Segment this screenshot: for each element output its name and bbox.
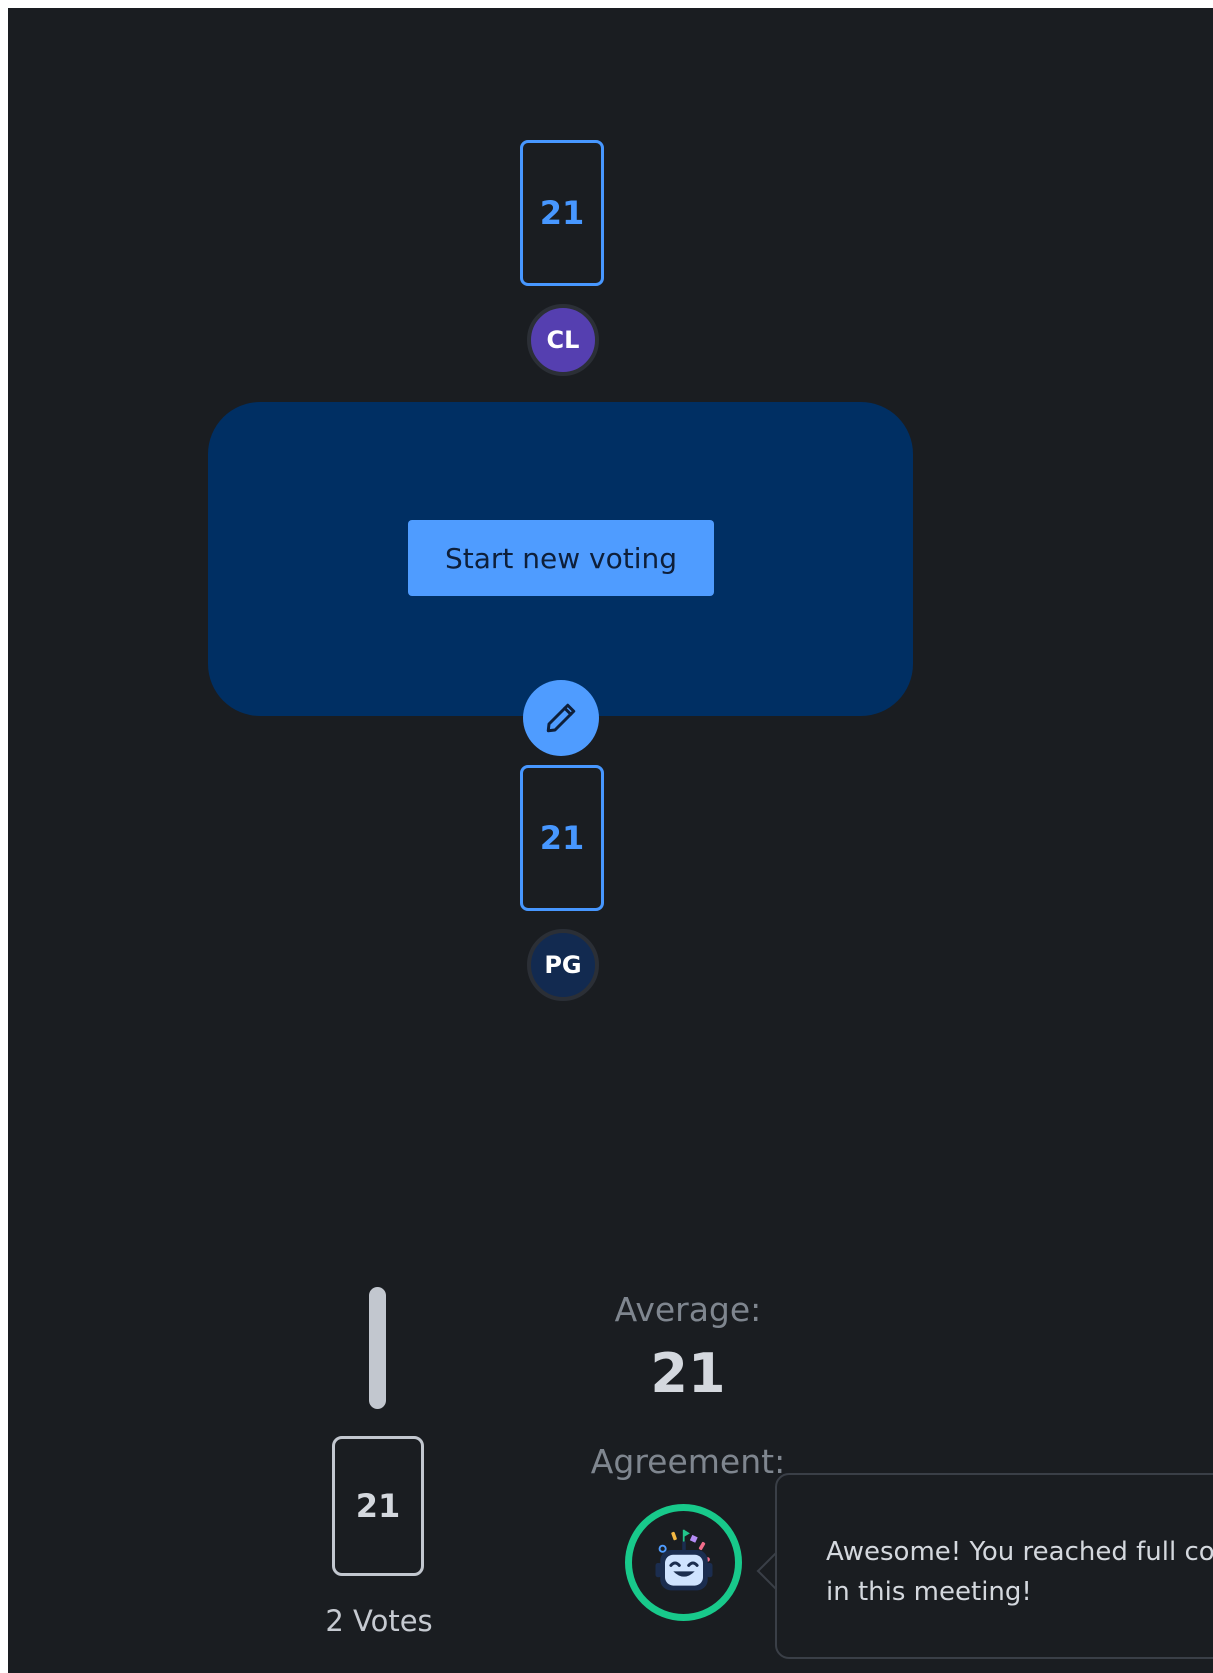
average-label: Average: <box>614 1290 762 1329</box>
avatar-pg[interactable]: PG <box>527 929 599 1001</box>
party-robot-icon <box>655 1529 712 1590</box>
avatar-cl[interactable]: CL <box>527 304 599 376</box>
player-card-cl: 21 <box>520 140 604 286</box>
agreement-indicator <box>625 1504 742 1621</box>
vote-count: 2 Votes <box>325 1604 433 1638</box>
planning-poker-board: 21 CL Start new voting 21 PG 21 2 Votes … <box>8 8 1213 1673</box>
start-new-voting-button[interactable]: Start new voting <box>408 520 714 596</box>
result-card: 21 <box>332 1436 424 1576</box>
poker-table: Start new voting <box>208 402 913 716</box>
vote-distribution-bar <box>369 1287 386 1409</box>
edit-button[interactable] <box>523 680 599 756</box>
pencil-icon <box>546 703 576 733</box>
average-value: 21 <box>650 1342 726 1405</box>
player-card-pg: 21 <box>520 765 604 911</box>
consensus-message-line-2: in this meeting! <box>826 1577 1032 1607</box>
consensus-message-line-1: Awesome! You reached full consensus <box>826 1537 1213 1567</box>
consensus-message: Awesome! You reached full consensus in t… <box>775 1473 1213 1659</box>
agreement-label: Agreement: <box>590 1442 786 1481</box>
